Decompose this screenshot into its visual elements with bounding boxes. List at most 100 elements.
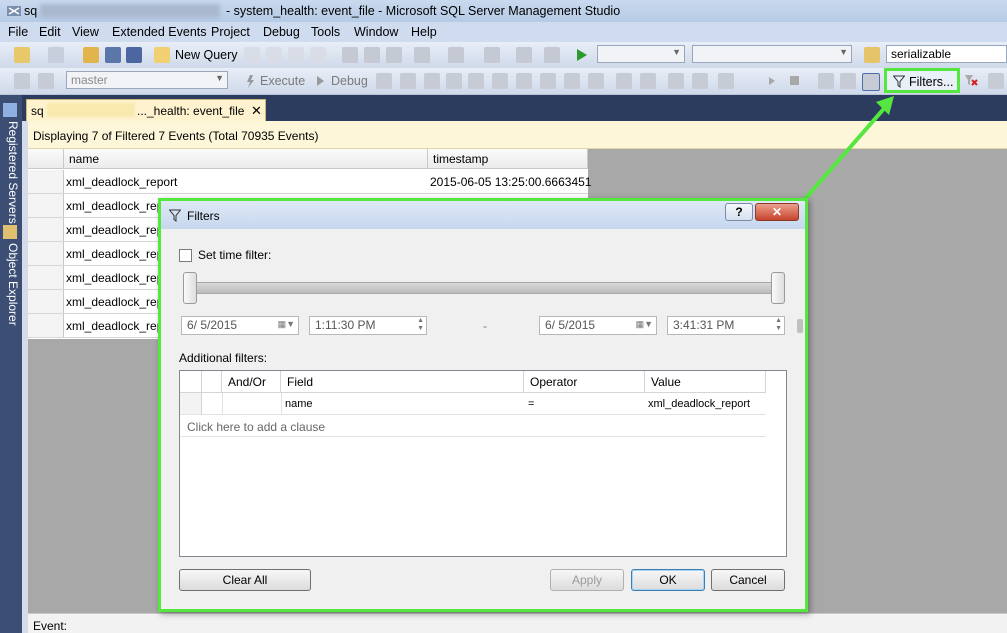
filter-row-selector[interactable] (180, 393, 202, 414)
new-project-icon[interactable] (14, 47, 30, 63)
cut-icon[interactable] (342, 47, 358, 63)
open-file-icon[interactable] (83, 47, 99, 63)
tab-system-health-event-file[interactable]: sq ..._health: event_file ✕ (26, 99, 266, 121)
specify-values-icon[interactable] (718, 73, 734, 89)
include-plan-icon[interactable] (492, 73, 508, 89)
xmla-query-icon[interactable] (310, 47, 326, 63)
filter-header-field[interactable]: Field (281, 371, 524, 393)
start-play-icon[interactable] (576, 48, 588, 62)
registered-servers-tab[interactable]: Registered Servers (2, 121, 20, 224)
slider-start-handle[interactable] (183, 272, 197, 304)
display-plan-icon[interactable] (424, 73, 440, 89)
connect-icon[interactable] (14, 73, 30, 89)
stop-icon[interactable] (790, 76, 799, 85)
increase-indent-icon[interactable] (692, 73, 708, 89)
ssms-app-icon[interactable] (6, 4, 22, 18)
add-clause-row[interactable]: Click here to add a clause (180, 415, 766, 437)
cancel-button[interactable]: Cancel (711, 569, 785, 591)
results-to-file-icon[interactable] (588, 73, 604, 89)
menu-debug[interactable]: Debug (263, 25, 300, 39)
cancel-query-icon[interactable] (376, 73, 392, 89)
filter-header-value[interactable]: Value (645, 371, 766, 393)
filters-dialog: Filters ? ✕ Set time filter: 6/ 5/2015 ▦▼… (158, 198, 808, 612)
navigate-icon[interactable] (484, 47, 500, 63)
find-combo[interactable]: ▼ (692, 45, 852, 63)
isolation-level-combo[interactable]: serializable (886, 45, 1007, 63)
new-query-icon[interactable] (154, 47, 170, 63)
help-button[interactable]: ? (725, 203, 753, 221)
redo-icon[interactable] (448, 47, 464, 63)
end-date-picker[interactable]: 6/ 5/2015 ▦▼ (539, 316, 657, 335)
new-query-button[interactable]: New Query (175, 48, 238, 62)
remove-filter-icon[interactable] (964, 73, 978, 87)
clear-all-button[interactable]: Clear All (179, 569, 311, 591)
dialog-title: Filters (187, 209, 220, 223)
results-to-text-icon[interactable] (540, 73, 556, 89)
details-pane-icon[interactable] (840, 73, 856, 89)
add-item-icon[interactable] (48, 47, 64, 63)
dmx-query-icon[interactable] (288, 47, 304, 63)
parse-icon[interactable] (400, 73, 416, 89)
filter-header-operator[interactable]: Operator (524, 371, 645, 393)
start-date-picker[interactable]: 6/ 5/2015 ▦▼ (181, 316, 299, 335)
undo-icon[interactable] (414, 47, 430, 63)
menu-view[interactable]: View (72, 25, 99, 39)
set-time-filter-checkbox[interactable] (179, 249, 192, 262)
filter-cell-field[interactable]: name (285, 398, 313, 410)
spinner-arrows-icon[interactable]: ▲ ▼ (417, 317, 424, 333)
database-engine-query-icon[interactable] (244, 47, 260, 63)
paste-icon[interactable] (386, 47, 402, 63)
client-stats-icon[interactable] (516, 73, 532, 89)
copy-icon[interactable] (364, 47, 380, 63)
grouping-icon[interactable] (988, 73, 1004, 89)
grid-header-name[interactable]: name (64, 149, 428, 169)
add-clause-link[interactable]: Click here to add a clause (187, 420, 325, 434)
filter-cell-value[interactable]: xml_deadlock_report (648, 398, 750, 410)
save-all-icon[interactable] (126, 47, 142, 63)
debug-button[interactable]: Debug (331, 74, 368, 88)
comment-icon[interactable] (616, 73, 632, 89)
play-icon[interactable] (768, 76, 776, 86)
intellisense-icon[interactable] (468, 73, 484, 89)
decrease-indent-icon[interactable] (668, 73, 684, 89)
object-explorer-tab[interactable]: Object Explorer (2, 243, 20, 326)
execute-button[interactable]: Execute (260, 74, 305, 88)
filter-clause-row[interactable]: name = xml_deadlock_report (180, 393, 766, 415)
menu-help[interactable]: Help (411, 25, 437, 39)
clear-icon[interactable] (818, 73, 834, 89)
analysis-query-icon[interactable] (266, 47, 282, 63)
filter-header-andor[interactable]: And/Or (222, 371, 281, 393)
spinner-arrows-icon[interactable]: ▲ ▼ (775, 317, 782, 333)
menu-file[interactable]: File (8, 25, 28, 39)
query-options-icon[interactable] (446, 73, 462, 89)
menu-project[interactable]: Project (211, 25, 250, 39)
solution-icon[interactable] (516, 47, 532, 63)
filter-cell-operator[interactable]: = (528, 398, 534, 410)
calendar-dropdown-icon[interactable]: ▦▼ (278, 319, 295, 330)
save-icon[interactable] (105, 47, 121, 63)
grid-header-timestamp[interactable]: timestamp (428, 149, 588, 169)
close-dialog-button[interactable]: ✕ (755, 203, 799, 221)
table-row[interactable]: xml_deadlock_report 2015-06-05 13:25:00.6… (28, 170, 591, 194)
results-to-grid-icon[interactable] (564, 73, 580, 89)
doc-tab-label: ..._health: event_file (137, 104, 245, 118)
time-range-slider[interactable] (183, 272, 785, 304)
solution-config-combo[interactable]: ▼ (597, 45, 685, 63)
menu-tools[interactable]: Tools (311, 25, 340, 39)
menu-extended-events[interactable]: Extended Events (112, 25, 207, 39)
grid-view-icon[interactable] (862, 73, 880, 91)
menu-edit[interactable]: Edit (39, 25, 61, 39)
dialog-scrollbar-thumb[interactable] (797, 319, 803, 333)
calendar-dropdown-icon[interactable]: ▦▼ (636, 319, 653, 330)
close-tab-icon[interactable]: ✕ (251, 103, 262, 119)
change-connection-icon[interactable] (38, 73, 54, 89)
apply-button[interactable]: Apply (550, 569, 624, 591)
ok-button[interactable]: OK (631, 569, 705, 591)
database-combo[interactable]: master ▼ (66, 71, 228, 89)
activity-monitor-icon[interactable] (544, 47, 560, 63)
end-time-spinner[interactable]: 3:41:31 PM ▲ ▼ (667, 316, 785, 335)
menu-window[interactable]: Window (354, 25, 398, 39)
slider-end-handle[interactable] (771, 272, 785, 304)
uncomment-icon[interactable] (640, 73, 656, 89)
start-time-spinner[interactable]: 1:11:30 PM ▲ ▼ (309, 316, 427, 335)
